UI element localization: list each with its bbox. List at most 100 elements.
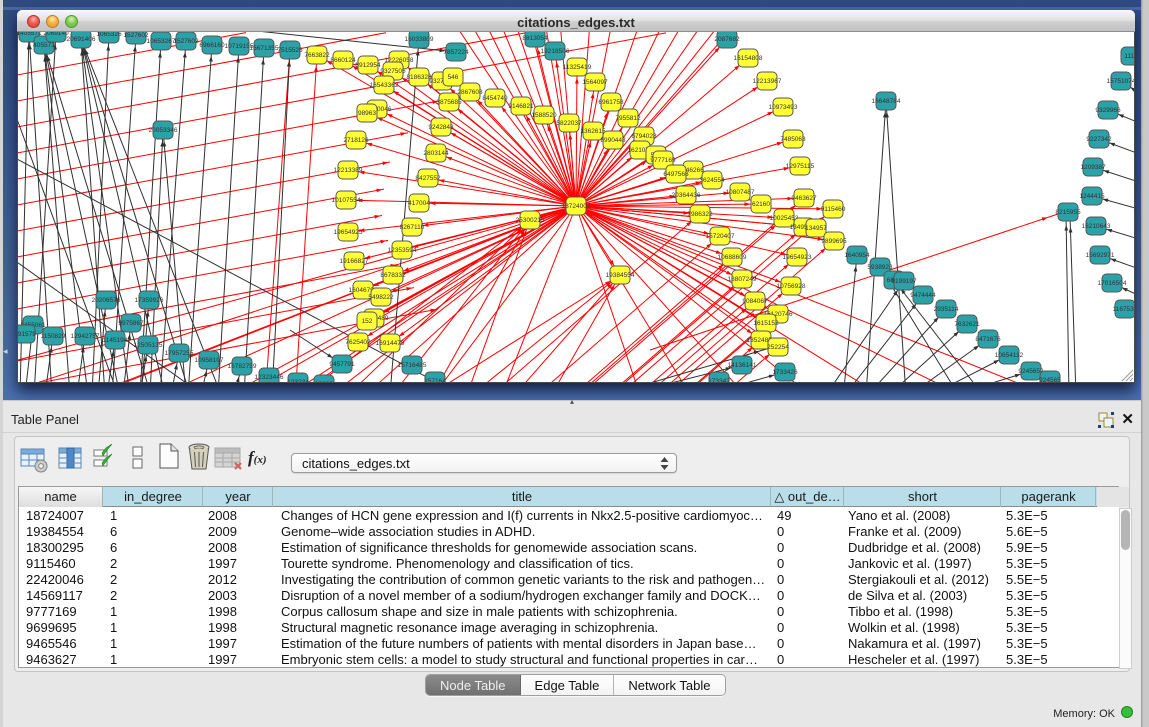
svg-text:1640954: 1640954 bbox=[844, 252, 870, 259]
svg-text:16782759: 16782759 bbox=[228, 363, 257, 370]
svg-text:7515526: 7515526 bbox=[277, 47, 303, 54]
svg-text:15751074: 15751074 bbox=[1107, 78, 1135, 85]
svg-text:12942757: 12942757 bbox=[71, 333, 100, 340]
svg-text:1209387: 1209387 bbox=[1080, 164, 1106, 171]
svg-text:8471676: 8471676 bbox=[975, 336, 1001, 343]
svg-text:1167533: 1167533 bbox=[1113, 306, 1135, 313]
svg-text:15716485: 15716485 bbox=[398, 362, 427, 369]
svg-text:10756928: 10756928 bbox=[777, 283, 806, 290]
svg-text:2087682: 2087682 bbox=[714, 36, 740, 43]
svg-text:9899695: 9899695 bbox=[821, 238, 847, 245]
svg-text:2935114: 2935114 bbox=[934, 306, 959, 313]
svg-text:1733426: 1733426 bbox=[772, 369, 798, 376]
svg-text:8660124: 8660124 bbox=[330, 57, 356, 64]
svg-text:6966160: 6966160 bbox=[199, 42, 225, 49]
svg-text:7986322: 7986322 bbox=[687, 211, 713, 218]
svg-text:9463627: 9463627 bbox=[791, 195, 817, 202]
svg-text:19166827: 19166827 bbox=[340, 258, 369, 265]
svg-text:2069140: 2069140 bbox=[43, 32, 69, 37]
svg-text:1564097: 1564097 bbox=[582, 79, 608, 86]
svg-text:10973493: 10973493 bbox=[769, 104, 798, 111]
svg-text:1615152: 1615152 bbox=[753, 320, 779, 327]
svg-text:8813054: 8813054 bbox=[522, 35, 548, 42]
svg-text:20053346: 20053346 bbox=[149, 127, 178, 134]
svg-text:6794028: 6794028 bbox=[631, 133, 657, 140]
svg-text:16671355: 16671355 bbox=[250, 45, 279, 52]
svg-text:1527602: 1527602 bbox=[123, 32, 149, 39]
svg-text:7857224: 7857224 bbox=[443, 49, 469, 56]
svg-text:12353594: 12353594 bbox=[388, 247, 417, 254]
svg-text:8912954: 8912954 bbox=[355, 62, 381, 69]
svg-text:98963: 98963 bbox=[358, 110, 376, 117]
svg-text:12213389: 12213389 bbox=[334, 167, 363, 174]
svg-text:17016504: 17016504 bbox=[1098, 280, 1127, 287]
svg-text:8454749: 8454749 bbox=[482, 95, 508, 102]
svg-text:16648784: 16648784 bbox=[872, 98, 901, 105]
svg-text:9242848: 9242848 bbox=[428, 124, 454, 131]
svg-text:134957: 134957 bbox=[805, 225, 827, 232]
svg-text:16154808: 16154808 bbox=[734, 55, 763, 62]
svg-text:10654112: 10654112 bbox=[995, 352, 1024, 359]
svg-text:5938923: 5938923 bbox=[867, 264, 893, 271]
svg-text:20364436: 20364436 bbox=[672, 192, 701, 199]
svg-text:12975115: 12975115 bbox=[786, 163, 815, 170]
svg-text:1527602: 1527602 bbox=[173, 38, 199, 45]
svg-text:6961758: 6961758 bbox=[598, 99, 624, 106]
svg-text:1588520: 1588520 bbox=[531, 112, 557, 119]
svg-text:15692971: 15692971 bbox=[1086, 252, 1115, 259]
svg-text:9777169: 9777169 bbox=[650, 157, 676, 164]
svg-text:5498222: 5498222 bbox=[368, 294, 394, 301]
svg-text:6497568: 6497568 bbox=[663, 171, 689, 178]
svg-text:10958107: 10958107 bbox=[195, 357, 224, 364]
svg-text:7632621: 7632621 bbox=[954, 321, 980, 328]
svg-text:20691406: 20691406 bbox=[67, 36, 96, 43]
svg-text:391579: 391579 bbox=[17, 331, 36, 338]
svg-text:9146821: 9146821 bbox=[508, 103, 534, 110]
svg-text:12505135: 12505135 bbox=[134, 342, 163, 349]
svg-text:19654925: 19654925 bbox=[334, 229, 363, 236]
svg-text:1362615: 1362615 bbox=[580, 128, 606, 135]
svg-text:252254: 252254 bbox=[767, 344, 789, 351]
svg-text:18807249: 18807249 bbox=[728, 276, 757, 283]
svg-text:19218506: 19218506 bbox=[541, 48, 570, 55]
svg-text:19384554: 19384554 bbox=[606, 272, 635, 279]
svg-text:14136141: 14136141 bbox=[728, 362, 757, 369]
svg-text:10107554: 10107554 bbox=[332, 197, 361, 204]
svg-text:9975867: 9975867 bbox=[118, 320, 144, 327]
svg-text:17359926: 17359926 bbox=[135, 297, 164, 304]
svg-text:62160: 62160 bbox=[752, 201, 770, 208]
svg-text:20206576: 20206576 bbox=[92, 297, 121, 304]
svg-text:2803144: 2803144 bbox=[423, 150, 449, 157]
svg-text:8215955: 8215955 bbox=[1055, 209, 1081, 216]
svg-text:7955812: 7955812 bbox=[615, 115, 641, 122]
svg-text:7663822: 7663822 bbox=[304, 52, 330, 59]
svg-text:17957255: 17957255 bbox=[165, 350, 194, 357]
svg-text:16914479: 16914479 bbox=[376, 340, 405, 347]
svg-text:25300215: 25300215 bbox=[516, 217, 545, 224]
svg-text:405571: 405571 bbox=[33, 42, 55, 49]
svg-text:9327505: 9327505 bbox=[380, 68, 406, 75]
svg-text:1244415: 1244415 bbox=[1079, 193, 1105, 200]
svg-text:1117: 1117 bbox=[1124, 53, 1135, 60]
svg-text:8186328: 8186328 bbox=[406, 74, 432, 81]
svg-text:9474444: 9474444 bbox=[910, 292, 936, 299]
svg-text:15720407: 15720407 bbox=[706, 233, 735, 240]
svg-text:417004: 417004 bbox=[408, 200, 430, 207]
svg-text:9329966: 9329966 bbox=[1095, 107, 1121, 114]
svg-text:19654923: 19654923 bbox=[783, 254, 812, 261]
svg-text:9084067: 9084067 bbox=[742, 298, 768, 305]
svg-text:9199197: 9199197 bbox=[891, 278, 917, 285]
svg-text:12213967: 12213967 bbox=[753, 78, 782, 85]
svg-text:1065326: 1065326 bbox=[96, 32, 122, 38]
svg-text:7625402: 7625402 bbox=[345, 339, 371, 346]
svg-text:1145194: 1145194 bbox=[103, 337, 128, 344]
svg-text:9457791: 9457791 bbox=[329, 361, 355, 368]
svg-text:9227342: 9227342 bbox=[1086, 136, 1112, 143]
svg-text:2718126: 2718126 bbox=[343, 137, 369, 144]
svg-text:11325419: 11325419 bbox=[563, 64, 592, 71]
svg-text:7485063: 7485063 bbox=[780, 136, 806, 143]
svg-text:10807487: 10807487 bbox=[726, 189, 755, 196]
svg-text:3875685: 3875685 bbox=[436, 99, 462, 106]
svg-text:16033809: 16033809 bbox=[405, 36, 434, 43]
svg-text:1150829: 1150829 bbox=[41, 333, 66, 340]
